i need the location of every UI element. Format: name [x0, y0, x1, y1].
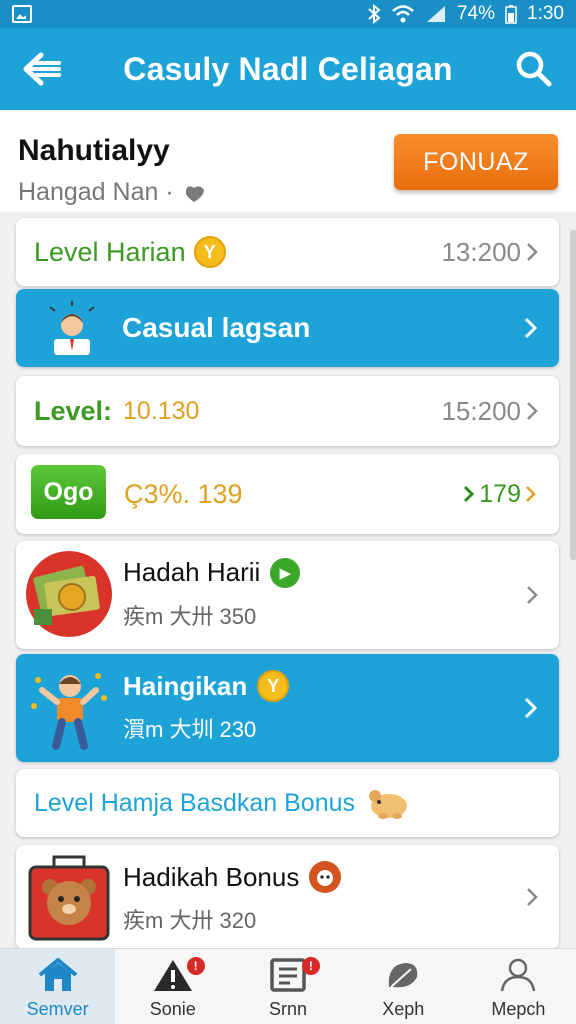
haingikan-row[interactable]: Haingikan Y 㵋m 大圳 230 [16, 654, 559, 762]
hadah-harii-row[interactable]: Hadah Harii ▶ 疾m 大卅 350 [16, 541, 559, 649]
ogo-row[interactable]: Ogo Ç3%. 139 179 [16, 454, 559, 534]
nav-item-semver[interactable]: Semver [0, 949, 116, 1024]
casual-label: Casual lagsan [122, 312, 311, 343]
level-hamja-label-wrap: Level Hamja Basdkan Bonus [34, 786, 409, 820]
back-button[interactable] [0, 28, 84, 110]
level-hamja-label: Level Hamja Basdkan Bonus [34, 788, 356, 817]
chevron-right-icon [527, 243, 538, 261]
profile-name: Nahutialyy [18, 134, 170, 167]
search-button[interactable] [492, 28, 576, 110]
user-icon [501, 958, 536, 992]
chevron-right-icon [527, 402, 538, 420]
ogo-badge: Ogo [31, 465, 106, 519]
coin-icon: Y [257, 670, 290, 702]
heart-icon [185, 185, 204, 202]
hadikah-subtitle: 疾m 大卅 320 [123, 908, 257, 933]
nav-item-xeph[interactable]: Xeph [346, 949, 461, 1024]
hadikah-title-wrap: Hadikah Bonus [123, 861, 342, 893]
bottom-navigation: Semver ! Sonie ! Srnn Xeph Mepch [0, 948, 576, 1024]
hadikah-title: Hadikah Bonus [123, 861, 300, 892]
chevron-right-icon [524, 317, 538, 339]
hadah-subtitle: 疾m 大卅 350 [123, 604, 257, 629]
bluetooth-icon [368, 4, 381, 24]
profile-header: Nahutialyy Hangad Nan · FONUAZ [0, 110, 576, 212]
battery-icon [505, 5, 517, 24]
celebrating-man-icon [31, 673, 107, 750]
bear-face-icon [309, 861, 342, 893]
status-bar: 74% 1:30 [0, 0, 576, 28]
haingikan-title-wrap: Haingikan Y [123, 670, 290, 702]
nav-label-mepch: Mepch [491, 999, 546, 1019]
nav-item-srnn[interactable]: ! Srnn [230, 949, 345, 1024]
notification-badge: ! [301, 957, 320, 975]
level-harian-row[interactable]: Level Harian Y 13:200 [16, 218, 559, 286]
gallery-notification-icon [12, 5, 32, 23]
hadikah-bonus-row[interactable]: Hadikah Bonus 疾m 大卅 320 [16, 845, 559, 949]
level-harian-label-wrap: Level Harian Y [34, 236, 226, 268]
hadah-title-wrap: Hadah Harii ▶ [123, 557, 301, 588]
money-icon [26, 551, 112, 637]
ogo-right-wrap: 179 [463, 480, 537, 509]
back-arrow-icon [23, 52, 61, 86]
profile-subtitle: Hangad Nan · [18, 178, 210, 207]
coin-icon: Y [193, 236, 226, 268]
level-label: Level: [34, 395, 113, 426]
fonuaz-button[interactable]: FONUAZ [394, 134, 558, 190]
app-bar: Casuly Nadl Celiagan [0, 28, 576, 110]
chevron-right-icon [527, 888, 538, 906]
level-harian-value: 13:200 [441, 236, 521, 267]
chevron-right-icon [524, 697, 538, 719]
nav-label-sonie: Sonie [149, 999, 196, 1019]
level-value-left: 10.130 [123, 396, 200, 425]
arrow-right-icon [464, 485, 475, 503]
level-harian-label: Level Harian [34, 236, 186, 267]
nav-item-sonie[interactable]: ! Sonie [115, 949, 230, 1024]
home-icon [38, 958, 77, 991]
haingikan-title: Haingikan [123, 670, 248, 701]
ogo-amount: Ç3%. 139 [124, 478, 243, 509]
haingikan-subtitle: 㵋m 大圳 230 [123, 717, 257, 742]
page-title: Casuly Nadl Celiagan [123, 50, 453, 87]
hadah-title: Hadah Harii [123, 557, 261, 587]
casual-row[interactable]: Casual lagsan [16, 289, 559, 367]
clock: 1:30 [527, 3, 564, 24]
scroll-indicator[interactable] [570, 230, 576, 560]
battery-percent: 74% [456, 3, 496, 24]
hamster-icon [369, 790, 408, 819]
bear-box-icon [28, 855, 110, 941]
profile-subtitle-text: Hangad Nan · [18, 178, 174, 206]
play-icon: ▶ [270, 557, 301, 588]
notification-badge: ! [186, 957, 205, 975]
level-row[interactable]: Level: 10.130 15:200 [16, 376, 559, 446]
ogo-right-value: 179 [479, 479, 521, 508]
signal-icon [426, 6, 445, 22]
chevron-right-icon [527, 586, 538, 604]
search-icon [516, 51, 552, 87]
level-hamja-row[interactable]: Level Hamja Basdkan Bonus [16, 769, 559, 837]
wifi-icon [392, 5, 414, 23]
nav-label-xeph: Xeph [382, 999, 425, 1019]
level-value-right: 15:200 [441, 395, 521, 426]
chevron-right-icon [526, 486, 536, 502]
nav-label-srnn: Srnn [268, 999, 308, 1019]
businessman-icon [49, 301, 95, 355]
nav-item-mepch[interactable]: Mepch [461, 949, 576, 1024]
nav-label-semver: Semver [26, 999, 89, 1019]
leaf-icon [389, 963, 418, 988]
